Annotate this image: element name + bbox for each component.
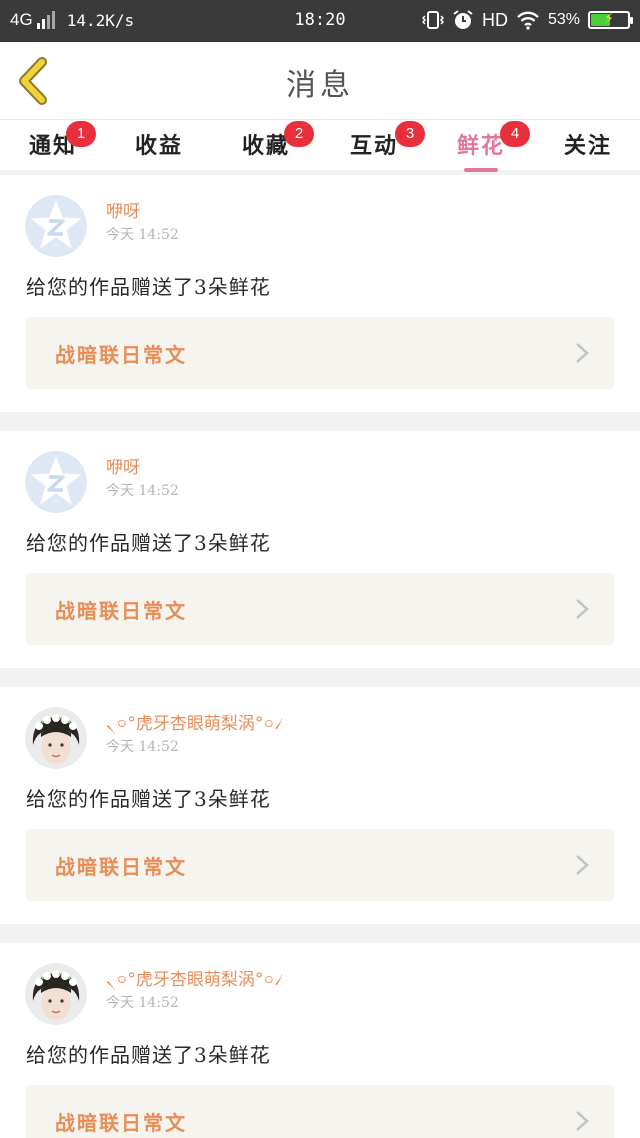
default-star-avatar[interactable]: [25, 451, 87, 513]
tab-favorites[interactable]: 收藏 2: [221, 121, 314, 160]
tab-interactions[interactable]: 互动 3: [329, 121, 425, 160]
work-title: 战暗联日常文: [55, 343, 187, 367]
alarm-icon: [453, 10, 473, 29]
sender-name[interactable]: ৲০°虎牙杏眼萌梨涡°০৴: [106, 709, 283, 739]
notification-message: 给您的作品赠送了3朵鲜花: [26, 787, 271, 811]
page-title: 消息: [286, 68, 354, 103]
battery-icon: ⚡: [588, 10, 633, 29]
default-star-avatar[interactable]: [25, 195, 87, 257]
timestamp: 今天 14:52: [106, 227, 179, 243]
notification-message: 给您的作品赠送了3朵鲜花: [26, 531, 271, 555]
work-link[interactable]: 战暗联日常文: [26, 573, 614, 645]
timestamp: 今天 14:52: [106, 483, 179, 499]
vibrate-icon: [421, 11, 444, 29]
tab-label: 鲜花: [456, 133, 505, 159]
work-link[interactable]: 战暗联日常文: [26, 829, 614, 901]
notification-message: 给您的作品赠送了3朵鲜花: [26, 275, 271, 299]
notification-item[interactable]: ৲০°虎牙杏眼萌梨涡°০৴ 今天 14:52 给您的作品赠送了3朵鲜花 战暗联日…: [0, 943, 640, 1138]
tab-label: 收益: [134, 133, 183, 159]
user-photo-avatar[interactable]: [25, 963, 87, 1025]
wifi-icon: [517, 11, 539, 30]
charging-bolt-icon: ⚡: [604, 10, 614, 26]
tab-earnings[interactable]: 收益: [114, 128, 204, 160]
sender-name[interactable]: ৲০°虎牙杏眼萌梨涡°০৴: [106, 965, 283, 995]
tab-label: 关注: [563, 133, 612, 159]
work-title: 战暗联日常文: [55, 599, 187, 623]
chevron-right-icon: [576, 343, 589, 363]
sender-name[interactable]: 咿呀: [106, 197, 140, 222]
battery-percent: 53%: [547, 11, 580, 28]
tab-label: 收藏: [241, 133, 290, 159]
work-title: 战暗联日常文: [55, 855, 187, 879]
tab-flowers[interactable]: 鲜花 4: [436, 121, 530, 172]
notification-message: 给您的作品赠送了3朵鲜花: [26, 1043, 271, 1067]
tab-following[interactable]: 关注: [543, 128, 633, 160]
notification-item[interactable]: 咿呀 今天 14:52 给您的作品赠送了3朵鲜花 战暗联日常文: [0, 175, 640, 412]
hd-indicator: HD: [481, 9, 508, 30]
tab-notifications[interactable]: 通知 1: [8, 121, 98, 160]
user-photo-avatar[interactable]: [25, 707, 87, 769]
unread-badge: 1: [66, 121, 96, 147]
tab-bar: 通知 1 收益 收藏 2 互动 3 鲜花 4 关注: [0, 120, 640, 172]
work-link[interactable]: 战暗联日常文: [26, 317, 614, 389]
chevron-right-icon: [576, 599, 589, 619]
chevron-right-icon: [576, 855, 589, 875]
sender-name[interactable]: 咿呀: [106, 453, 140, 478]
notification-item[interactable]: 咿呀 今天 14:52 给您的作品赠送了3朵鲜花 战暗联日常文: [0, 431, 640, 668]
timestamp: 今天 14:52: [106, 995, 179, 1011]
notification-item[interactable]: ৲০°虎牙杏眼萌梨涡°০৴ 今天 14:52 给您的作品赠送了3朵鲜花 战暗联日…: [0, 687, 640, 924]
timestamp: 今天 14:52: [106, 739, 179, 755]
unread-badge: 3: [395, 121, 425, 147]
chevron-right-icon: [576, 1111, 589, 1131]
active-tab-indicator: [464, 168, 498, 172]
work-link[interactable]: 战暗联日常文: [26, 1085, 614, 1138]
unread-badge: 4: [500, 121, 530, 147]
header: 消息: [0, 42, 640, 120]
unread-badge: 2: [284, 121, 314, 147]
tab-label: 互动: [349, 133, 398, 159]
status-bar: 4G 14.2K/s 18:20 HD 53% ⚡: [0, 0, 640, 42]
work-title: 战暗联日常文: [55, 1111, 187, 1135]
